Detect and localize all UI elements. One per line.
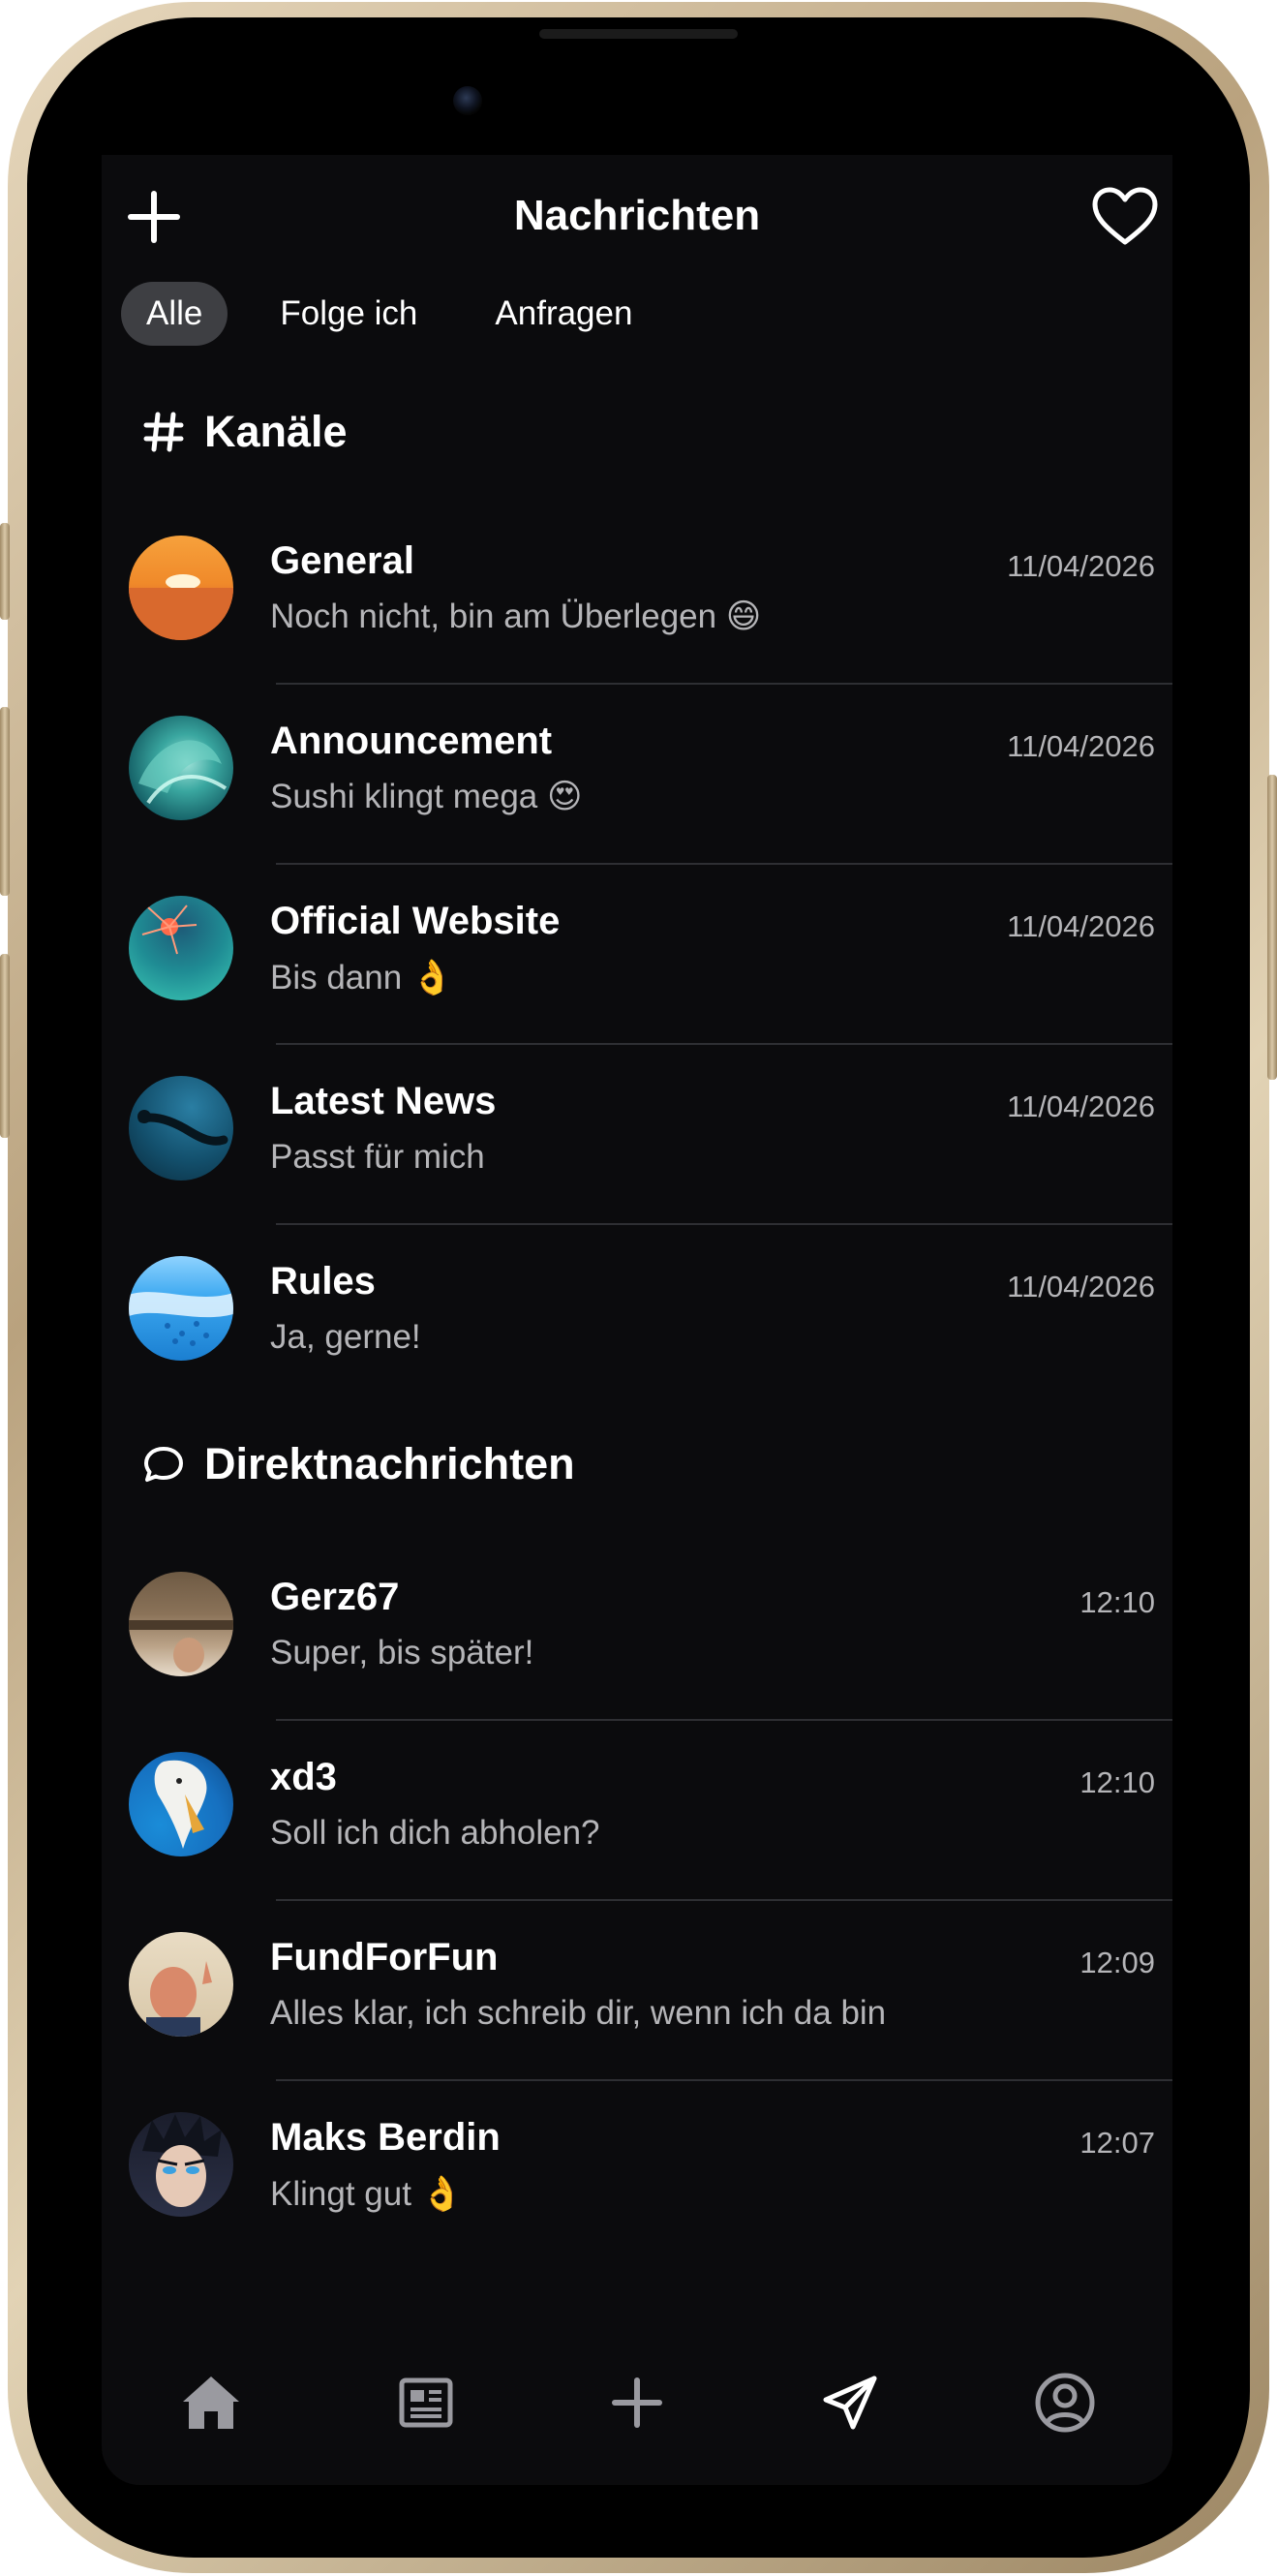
channel-row-announcement[interactable]: Announcement Sushi klingt mega 😍 11/04/2… [102, 685, 1172, 865]
chat-bubble-icon [144, 1447, 183, 1482]
last-message: Soll ich dich abholen? [270, 1814, 600, 1852]
dm-row-fundforfun[interactable]: FundForFun Alles klar, ich schreib dir, … [102, 1901, 1172, 2081]
channels-heading-label: Kanäle [204, 407, 348, 456]
last-message: Klingt gut 👌 [270, 2175, 464, 2213]
tab-alle[interactable]: Alle [121, 282, 228, 346]
app-screen: Nachrichten Alle Folge ich Anfragen Kanä… [102, 155, 1172, 2485]
chat-name: FundForFun [270, 1936, 499, 1978]
last-message: Sushi klingt mega 😍 [270, 778, 583, 815]
tab-anfragen[interactable]: Anfragen [470, 282, 657, 346]
chat-name: Rules [270, 1260, 376, 1303]
timestamp: 12:10 [1079, 1585, 1155, 1619]
timestamp: 12:09 [1079, 1946, 1155, 1979]
side-button-power [1267, 775, 1277, 1080]
home-icon[interactable] [177, 2369, 245, 2437]
last-message: Passt für mich [270, 1138, 485, 1176]
last-message: Ja, gerne! [270, 1318, 421, 1356]
timestamp: 12:07 [1079, 2126, 1155, 2160]
side-button-volume-down [0, 954, 10, 1138]
chat-name: Gerz67 [270, 1576, 400, 1618]
timestamp: 11/04/2026 [1007, 549, 1155, 583]
last-message: Super, bis später! [270, 1634, 534, 1671]
avatar [129, 536, 233, 640]
avatar [129, 896, 233, 1000]
dm-row-gerz67[interactable]: Gerz67 Super, bis später! 12:10 [102, 1541, 1172, 1721]
timestamp: 11/04/2026 [1007, 1089, 1155, 1123]
chat-name: General [270, 539, 414, 582]
last-message: Alles klar, ich schreib dir, wenn ich da… [270, 1994, 887, 2032]
send-icon[interactable] [816, 2369, 884, 2437]
channel-row-rules[interactable]: Rules Ja, gerne! 11/04/2026 [102, 1225, 1172, 1405]
timestamp: 11/04/2026 [1007, 909, 1155, 943]
news-icon[interactable] [392, 2369, 460, 2437]
side-button-volume-up [0, 707, 10, 896]
avatar [129, 1572, 233, 1676]
hashtag-icon [143, 412, 184, 452]
profile-icon[interactable] [1031, 2369, 1099, 2437]
channel-row-official-website[interactable]: Official Website Bis dann 👌 11/04/2026 [102, 865, 1172, 1045]
channels-heading: Kanäle [140, 403, 348, 461]
page-title: Nachrichten [513, 192, 761, 239]
chat-name: xd3 [270, 1756, 337, 1798]
dm-row-maks-berdin[interactable]: Maks Berdin Klingt gut 👌 12:07 [102, 2081, 1172, 2261]
avatar [129, 1256, 233, 1361]
avatar [129, 1752, 233, 1856]
filter-tabs: Alle Folge ich Anfragen [121, 281, 684, 347]
avatar [129, 2112, 233, 2217]
avatar [129, 716, 233, 820]
side-button-action [0, 523, 10, 620]
chat-name: Maks Berdin [270, 2116, 501, 2159]
timestamp: 12:10 [1079, 1765, 1155, 1799]
top-bar: Nachrichten [102, 155, 1172, 279]
last-message: Noch nicht, bin am Überlegen 😄 [270, 598, 762, 635]
heart-icon[interactable] [1091, 186, 1159, 248]
channel-row-latest-news[interactable]: Latest News Passt für mich 11/04/2026 [102, 1045, 1172, 1225]
avatar [129, 1076, 233, 1181]
plus-icon[interactable] [603, 2369, 671, 2437]
timestamp: 11/04/2026 [1007, 729, 1155, 763]
dm-row-xd3[interactable]: xd3 Soll ich dich abholen? 12:10 [102, 1721, 1172, 1901]
chat-name: Latest News [270, 1080, 497, 1122]
timestamp: 11/04/2026 [1007, 1270, 1155, 1303]
chat-name: Official Website [270, 900, 561, 942]
direct-messages-heading-label: Direktnachrichten [204, 1439, 575, 1488]
bottom-tab-bar [102, 2330, 1172, 2485]
chat-name: Announcement [270, 720, 553, 762]
tab-folge-ich[interactable]: Folge ich [255, 282, 442, 346]
last-message: Bis dann 👌 [270, 959, 454, 997]
avatar [129, 1932, 233, 2037]
front-camera [453, 86, 482, 115]
direct-messages-heading: Direktnachrichten [140, 1435, 575, 1493]
earpiece-speaker [539, 29, 738, 39]
channel-row-general[interactable]: General Noch nicht, bin am Überlegen 😄 1… [102, 505, 1172, 685]
